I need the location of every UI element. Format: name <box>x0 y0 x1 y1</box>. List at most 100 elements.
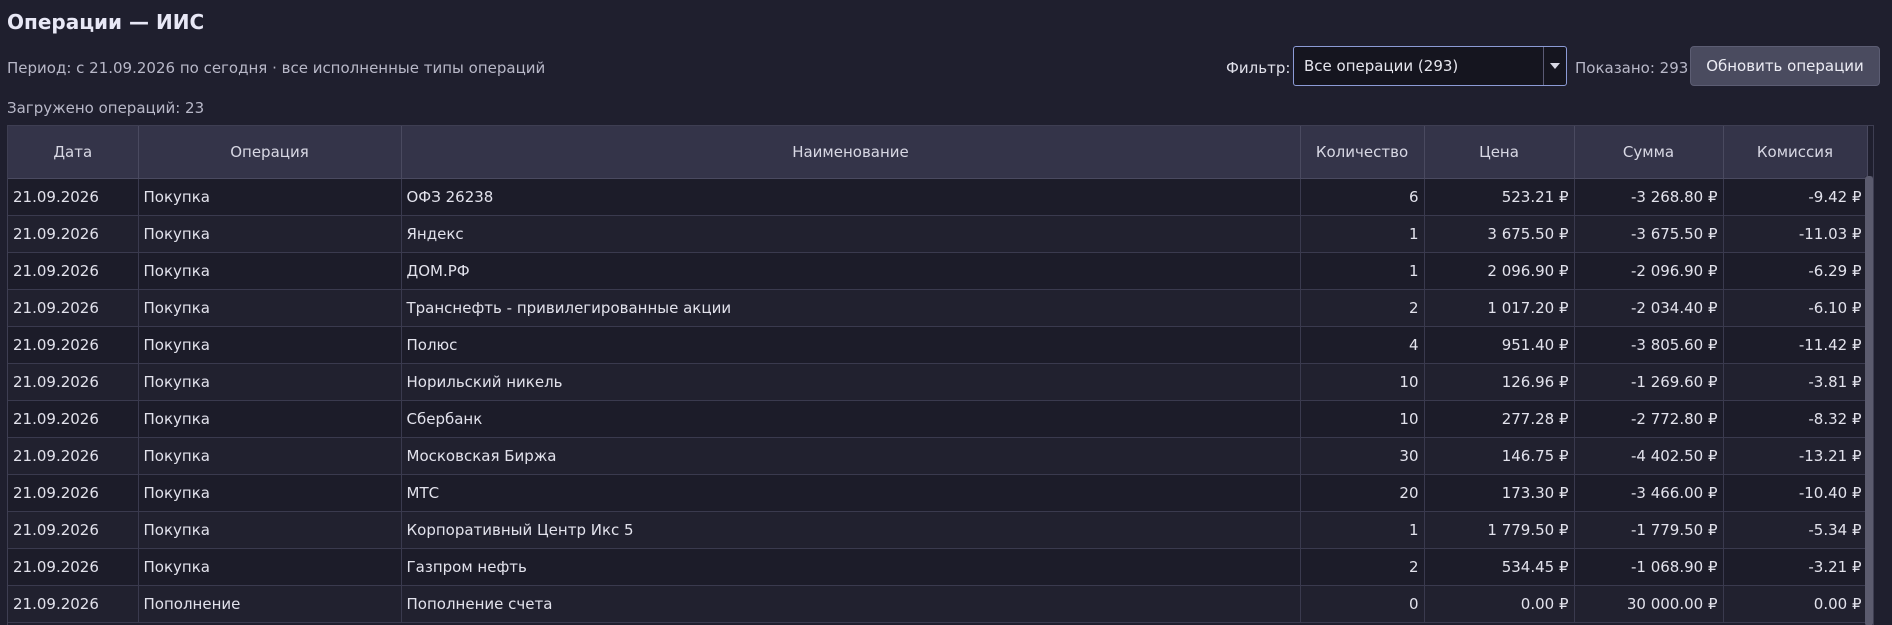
cell-amount: 30 000.00 ₽ <box>1574 585 1724 623</box>
cell-commission: -3.21 ₽ <box>1723 548 1868 586</box>
cell-name: Пополнение счета <box>401 585 1301 623</box>
cell-operation: Покупка <box>138 326 402 364</box>
cell-date: 21.09.2026 <box>8 326 139 364</box>
cell-commission: 0.00 ₽ <box>1723 585 1868 623</box>
cell-operation: Покупка <box>138 474 402 512</box>
refresh-operations-button[interactable]: Обновить операции <box>1690 46 1880 86</box>
cell-date: 21.09.2026 <box>8 585 139 623</box>
cell-price: 1 017.20 ₽ <box>1424 289 1575 327</box>
period-text: Период: с 21.09.2026 по сегодня · все ис… <box>7 59 546 77</box>
table-row[interactable]: 21.09.2026 Пополнение Пополнение счета 0 0.0… <box>8 585 1868 623</box>
cell-price: 277.28 ₽ <box>1424 400 1575 438</box>
cell-amount: -3 466.00 ₽ <box>1574 474 1724 512</box>
cell-commission: -11.03 ₽ <box>1723 215 1868 253</box>
table-row[interactable]: 21.09.2026 Покупка Норильский никель 10 126.… <box>8 363 1868 401</box>
cell-amount: -3 675.50 ₽ <box>1574 215 1724 253</box>
cell-name: Газпром нефть <box>401 548 1301 586</box>
cell-amount: -3 805.60 ₽ <box>1574 326 1724 364</box>
cell-date: 21.09.2026 <box>8 474 139 512</box>
cell-date: 21.09.2026 <box>8 437 139 475</box>
cell-quantity: 2 <box>1300 289 1425 327</box>
cell-quantity: 10 <box>1300 400 1425 438</box>
cell-name: Московская Биржа <box>401 437 1301 475</box>
table-row[interactable]: 21.09.2026 Покупка ОФЗ 26238 6 523.21 ₽ -3 26… <box>8 178 1868 216</box>
loaded-count: Загружено операций: 23 <box>7 99 205 117</box>
table-row[interactable]: 21.09.2026 Покупка Московская Биржа 30 146.7… <box>8 437 1868 475</box>
cell-date: 21.09.2026 <box>8 363 139 401</box>
table-row[interactable]: 21.09.2026 Покупка ДОМ.РФ 1 2 096.90 ₽ -2 096… <box>8 252 1868 290</box>
cell-price: 126.96 ₽ <box>1424 363 1575 401</box>
cell-commission: -6.10 ₽ <box>1723 289 1868 327</box>
cell-name: Яндекс <box>401 215 1301 253</box>
cell-price: 1 779.50 ₽ <box>1424 511 1575 549</box>
cell-name: Полюс <box>401 326 1301 364</box>
cell-commission: -6.29 ₽ <box>1723 252 1868 290</box>
cell-amount: -2 096.90 ₽ <box>1574 252 1724 290</box>
column-header-name[interactable]: Наименование <box>401 126 1301 179</box>
cell-price: 3 675.50 ₽ <box>1424 215 1575 253</box>
cell-name: МТС <box>401 474 1301 512</box>
column-header-date[interactable]: Дата <box>8 126 139 179</box>
cell-name: Корпоративный Центр Икс 5 <box>401 511 1301 549</box>
cell-date: 21.09.2026 <box>8 511 139 549</box>
cell-operation: Покупка <box>138 548 402 586</box>
cell-price: 951.40 ₽ <box>1424 326 1575 364</box>
cell-operation: Покупка <box>138 215 402 253</box>
cell-amount: -1 269.60 ₽ <box>1574 363 1724 401</box>
cell-quantity: 6 <box>1300 178 1425 216</box>
chevron-down-icon <box>1550 63 1560 69</box>
cell-price: 534.45 ₽ <box>1424 548 1575 586</box>
table-row[interactable]: 21.09.2026 Покупка Корпоративный Центр Икс… <box>8 511 1868 549</box>
cell-price: 523.21 ₽ <box>1424 178 1575 216</box>
table-row[interactable]: 21.09.2026 Покупка МТС 20 173.30 ₽ -3 466.00 … <box>8 474 1868 512</box>
cell-quantity: 1 <box>1300 511 1425 549</box>
cell-quantity: 1 <box>1300 215 1425 253</box>
cell-commission: -10.40 ₽ <box>1723 474 1868 512</box>
cell-operation: Покупка <box>138 289 402 327</box>
cell-name: Норильский никель <box>401 363 1301 401</box>
table-header-row: Дата Операция Наименование Количество Це… <box>8 126 1868 179</box>
scrollbar-thumb[interactable] <box>1865 176 1873 625</box>
cell-date: 21.09.2026 <box>8 252 139 290</box>
page-title: Операции — ИИС <box>7 10 205 34</box>
cell-name: Транснефть - привилегированные акции <box>401 289 1301 327</box>
cell-operation: Покупка <box>138 363 402 401</box>
cell-amount: -1 068.90 ₽ <box>1574 548 1724 586</box>
table-row[interactable]: 21.09.2026 Покупка Сбербанк 10 277.28 ₽ -2 77… <box>8 400 1868 438</box>
column-header-quantity[interactable]: Количество <box>1300 126 1425 179</box>
cell-quantity: 1 <box>1300 252 1425 290</box>
column-header-operation[interactable]: Операция <box>138 126 402 179</box>
cell-operation: Покупка <box>138 178 402 216</box>
cell-amount: -2 772.80 ₽ <box>1574 400 1724 438</box>
cell-quantity: 10 <box>1300 363 1425 401</box>
cell-date: 21.09.2026 <box>8 215 139 253</box>
cell-amount: -1 779.50 ₽ <box>1574 511 1724 549</box>
cell-commission: -8.32 ₽ <box>1723 400 1868 438</box>
column-header-commission[interactable]: Комиссия <box>1723 126 1868 179</box>
cell-operation: Покупка <box>138 252 402 290</box>
filter-select[interactable]: Все операции (293) <box>1293 46 1567 86</box>
cell-quantity: 0 <box>1300 585 1425 623</box>
cell-commission: -9.42 ₽ <box>1723 178 1868 216</box>
cell-commission: -13.21 ₽ <box>1723 437 1868 475</box>
cell-amount: -2 034.40 ₽ <box>1574 289 1724 327</box>
column-header-price[interactable]: Цена <box>1424 126 1575 179</box>
cell-date: 21.09.2026 <box>8 548 139 586</box>
cell-commission: -3.81 ₽ <box>1723 363 1868 401</box>
table-row[interactable]: 21.09.2026 Покупка Яндекс 1 3 675.50 ₽ -3 675… <box>8 215 1868 253</box>
table-row[interactable]: 21.09.2026 Покупка Полюс 4 951.40 ₽ -3 805.60… <box>8 326 1868 364</box>
cell-price: 173.30 ₽ <box>1424 474 1575 512</box>
cell-date: 21.09.2026 <box>8 400 139 438</box>
table-row[interactable]: 21.09.2026 Покупка Транснефть - привилегир… <box>8 289 1868 327</box>
table-row[interactable]: 21.09.2026 Покупка Газпром нефть 2 534.45 ₽ -… <box>8 548 1868 586</box>
cell-operation: Покупка <box>138 437 402 475</box>
cell-quantity: 4 <box>1300 326 1425 364</box>
cell-name: ОФЗ 26238 <box>401 178 1301 216</box>
cell-price: 2 096.90 ₽ <box>1424 252 1575 290</box>
column-header-amount[interactable]: Сумма <box>1574 126 1724 179</box>
cell-name: Сбербанк <box>401 400 1301 438</box>
cell-quantity: 2 <box>1300 548 1425 586</box>
filter-label: Фильтр: <box>1226 59 1291 77</box>
dropdown-arrow[interactable] <box>1543 47 1566 85</box>
cell-date: 21.09.2026 <box>8 289 139 327</box>
